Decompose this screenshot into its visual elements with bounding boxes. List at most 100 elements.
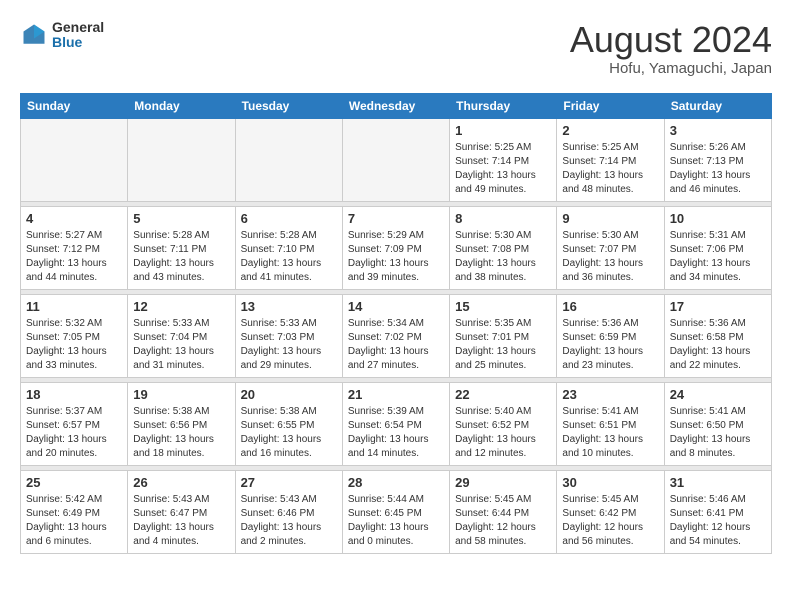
day-number: 15: [455, 299, 551, 314]
day-info: Sunrise: 5:38 AM Sunset: 6:55 PM Dayligh…: [241, 405, 337, 461]
calendar-cell: 20 Sunrise: 5:38 AM Sunset: 6:55 PM Dayl…: [235, 382, 342, 465]
week-row-1: 1 Sunrise: 5:25 AM Sunset: 7:14 PM Dayli…: [21, 118, 772, 201]
day-number: 25: [26, 475, 122, 490]
weekday-header-thursday: Thursday: [450, 93, 557, 118]
day-info: Sunrise: 5:25 AM Sunset: 7:14 PM Dayligh…: [562, 141, 658, 197]
day-info: Sunrise: 5:35 AM Sunset: 7:01 PM Dayligh…: [455, 317, 551, 373]
day-number: 7: [348, 211, 444, 226]
weekday-header-tuesday: Tuesday: [235, 93, 342, 118]
day-info: Sunrise: 5:43 AM Sunset: 6:47 PM Dayligh…: [133, 493, 229, 549]
calendar-cell: 12 Sunrise: 5:33 AM Sunset: 7:04 PM Dayl…: [128, 294, 235, 377]
day-info: Sunrise: 5:40 AM Sunset: 6:52 PM Dayligh…: [455, 405, 551, 461]
day-info: Sunrise: 5:36 AM Sunset: 6:59 PM Dayligh…: [562, 317, 658, 373]
day-number: 18: [26, 387, 122, 402]
calendar-cell: [342, 118, 449, 201]
day-number: 20: [241, 387, 337, 402]
day-info: Sunrise: 5:38 AM Sunset: 6:56 PM Dayligh…: [133, 405, 229, 461]
day-number: 28: [348, 475, 444, 490]
day-info: Sunrise: 5:28 AM Sunset: 7:10 PM Dayligh…: [241, 229, 337, 285]
logo-icon: [20, 21, 48, 49]
location: Hofu, Yamaguchi, Japan: [570, 60, 772, 77]
day-info: Sunrise: 5:41 AM Sunset: 6:50 PM Dayligh…: [670, 405, 766, 461]
day-number: 12: [133, 299, 229, 314]
calendar-cell: 22 Sunrise: 5:40 AM Sunset: 6:52 PM Dayl…: [450, 382, 557, 465]
month-year: August 2024: [570, 20, 772, 60]
day-number: 17: [670, 299, 766, 314]
day-number: 24: [670, 387, 766, 402]
day-info: Sunrise: 5:33 AM Sunset: 7:04 PM Dayligh…: [133, 317, 229, 373]
calendar-cell: 8 Sunrise: 5:30 AM Sunset: 7:08 PM Dayli…: [450, 206, 557, 289]
page-header: General Blue August 2024 Hofu, Yamaguchi…: [20, 20, 772, 77]
day-info: Sunrise: 5:25 AM Sunset: 7:14 PM Dayligh…: [455, 141, 551, 197]
day-info: Sunrise: 5:27 AM Sunset: 7:12 PM Dayligh…: [26, 229, 122, 285]
day-info: Sunrise: 5:45 AM Sunset: 6:44 PM Dayligh…: [455, 493, 551, 549]
day-info: Sunrise: 5:41 AM Sunset: 6:51 PM Dayligh…: [562, 405, 658, 461]
title-block: August 2024 Hofu, Yamaguchi, Japan: [570, 20, 772, 77]
calendar-cell: 4 Sunrise: 5:27 AM Sunset: 7:12 PM Dayli…: [21, 206, 128, 289]
day-info: Sunrise: 5:42 AM Sunset: 6:49 PM Dayligh…: [26, 493, 122, 549]
calendar-cell: 5 Sunrise: 5:28 AM Sunset: 7:11 PM Dayli…: [128, 206, 235, 289]
calendar-cell: 9 Sunrise: 5:30 AM Sunset: 7:07 PM Dayli…: [557, 206, 664, 289]
day-number: 4: [26, 211, 122, 226]
calendar-cell: 10 Sunrise: 5:31 AM Sunset: 7:06 PM Dayl…: [664, 206, 771, 289]
calendar-cell: 6 Sunrise: 5:28 AM Sunset: 7:10 PM Dayli…: [235, 206, 342, 289]
day-info: Sunrise: 5:32 AM Sunset: 7:05 PM Dayligh…: [26, 317, 122, 373]
day-info: Sunrise: 5:30 AM Sunset: 7:08 PM Dayligh…: [455, 229, 551, 285]
day-info: Sunrise: 5:34 AM Sunset: 7:02 PM Dayligh…: [348, 317, 444, 373]
day-info: Sunrise: 5:29 AM Sunset: 7:09 PM Dayligh…: [348, 229, 444, 285]
day-number: 27: [241, 475, 337, 490]
calendar-cell: 27 Sunrise: 5:43 AM Sunset: 6:46 PM Dayl…: [235, 470, 342, 553]
day-number: 10: [670, 211, 766, 226]
calendar-cell: 25 Sunrise: 5:42 AM Sunset: 6:49 PM Dayl…: [21, 470, 128, 553]
day-number: 22: [455, 387, 551, 402]
day-info: Sunrise: 5:44 AM Sunset: 6:45 PM Dayligh…: [348, 493, 444, 549]
week-row-3: 11 Sunrise: 5:32 AM Sunset: 7:05 PM Dayl…: [21, 294, 772, 377]
day-number: 11: [26, 299, 122, 314]
logo-text: General Blue: [52, 20, 104, 51]
day-info: Sunrise: 5:33 AM Sunset: 7:03 PM Dayligh…: [241, 317, 337, 373]
day-info: Sunrise: 5:39 AM Sunset: 6:54 PM Dayligh…: [348, 405, 444, 461]
day-number: 9: [562, 211, 658, 226]
day-number: 31: [670, 475, 766, 490]
weekday-header-row: SundayMondayTuesdayWednesdayThursdayFrid…: [21, 93, 772, 118]
calendar-cell: 30 Sunrise: 5:45 AM Sunset: 6:42 PM Dayl…: [557, 470, 664, 553]
day-info: Sunrise: 5:36 AM Sunset: 6:58 PM Dayligh…: [670, 317, 766, 373]
day-number: 26: [133, 475, 229, 490]
day-info: Sunrise: 5:31 AM Sunset: 7:06 PM Dayligh…: [670, 229, 766, 285]
week-row-4: 18 Sunrise: 5:37 AM Sunset: 6:57 PM Dayl…: [21, 382, 772, 465]
weekday-header-friday: Friday: [557, 93, 664, 118]
calendar-table: SundayMondayTuesdayWednesdayThursdayFrid…: [20, 93, 772, 554]
day-number: 8: [455, 211, 551, 226]
logo-general: General: [52, 20, 104, 35]
day-number: 29: [455, 475, 551, 490]
day-info: Sunrise: 5:37 AM Sunset: 6:57 PM Dayligh…: [26, 405, 122, 461]
calendar-cell: 28 Sunrise: 5:44 AM Sunset: 6:45 PM Dayl…: [342, 470, 449, 553]
weekday-header-monday: Monday: [128, 93, 235, 118]
week-row-2: 4 Sunrise: 5:27 AM Sunset: 7:12 PM Dayli…: [21, 206, 772, 289]
calendar-cell: 3 Sunrise: 5:26 AM Sunset: 7:13 PM Dayli…: [664, 118, 771, 201]
calendar-cell: 2 Sunrise: 5:25 AM Sunset: 7:14 PM Dayli…: [557, 118, 664, 201]
day-number: 5: [133, 211, 229, 226]
calendar-cell: 18 Sunrise: 5:37 AM Sunset: 6:57 PM Dayl…: [21, 382, 128, 465]
calendar-cell: 7 Sunrise: 5:29 AM Sunset: 7:09 PM Dayli…: [342, 206, 449, 289]
calendar-cell: [21, 118, 128, 201]
day-number: 14: [348, 299, 444, 314]
day-info: Sunrise: 5:45 AM Sunset: 6:42 PM Dayligh…: [562, 493, 658, 549]
day-number: 2: [562, 123, 658, 138]
calendar-cell: 13 Sunrise: 5:33 AM Sunset: 7:03 PM Dayl…: [235, 294, 342, 377]
logo-blue: Blue: [52, 35, 104, 50]
week-row-5: 25 Sunrise: 5:42 AM Sunset: 6:49 PM Dayl…: [21, 470, 772, 553]
day-number: 16: [562, 299, 658, 314]
day-info: Sunrise: 5:43 AM Sunset: 6:46 PM Dayligh…: [241, 493, 337, 549]
logo: General Blue: [20, 20, 104, 51]
calendar-cell: 31 Sunrise: 5:46 AM Sunset: 6:41 PM Dayl…: [664, 470, 771, 553]
calendar-cell: 1 Sunrise: 5:25 AM Sunset: 7:14 PM Dayli…: [450, 118, 557, 201]
calendar-cell: 15 Sunrise: 5:35 AM Sunset: 7:01 PM Dayl…: [450, 294, 557, 377]
day-number: 6: [241, 211, 337, 226]
calendar-cell: 21 Sunrise: 5:39 AM Sunset: 6:54 PM Dayl…: [342, 382, 449, 465]
day-number: 3: [670, 123, 766, 138]
day-number: 1: [455, 123, 551, 138]
day-number: 21: [348, 387, 444, 402]
calendar-cell: 26 Sunrise: 5:43 AM Sunset: 6:47 PM Dayl…: [128, 470, 235, 553]
day-info: Sunrise: 5:46 AM Sunset: 6:41 PM Dayligh…: [670, 493, 766, 549]
